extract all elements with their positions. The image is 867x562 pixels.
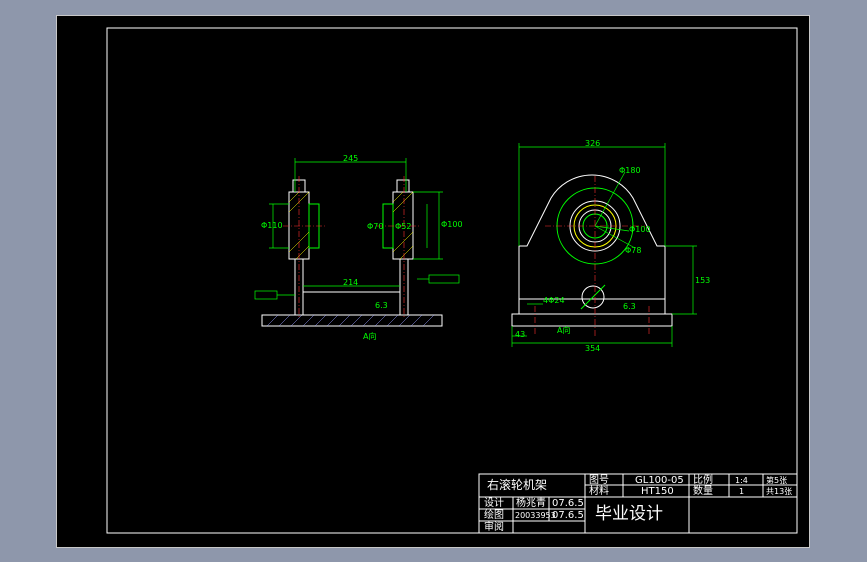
review-label: 审阅 bbox=[484, 522, 504, 533]
dim-right-dia-big: Φ180 bbox=[619, 166, 641, 175]
dim-right-dia-mid: Φ100 bbox=[629, 225, 651, 234]
design-label: 设计 bbox=[484, 498, 504, 509]
bracket-outline bbox=[518, 174, 666, 300]
base-hatch bbox=[266, 314, 435, 327]
drawing-no: GL100-05 bbox=[635, 475, 684, 486]
dim-right-offset: 43 bbox=[515, 330, 526, 339]
design-date: 07.6.5 bbox=[552, 498, 584, 509]
drawing-no-label: 图号 bbox=[589, 475, 609, 486]
dim-roughness-right: 6.3 bbox=[623, 302, 636, 311]
dim-right-height: 153 bbox=[695, 276, 711, 285]
dim-left-dia-a: Φ110 bbox=[261, 221, 283, 230]
part-name: 右滚轮机架 bbox=[487, 478, 548, 492]
designer: 杨兆青 bbox=[516, 498, 546, 509]
right-boss bbox=[396, 179, 410, 193]
right-front-view bbox=[511, 174, 673, 327]
drafting-label: 绘图 bbox=[484, 510, 504, 521]
scale-label: 比例 bbox=[693, 475, 713, 486]
dim-roughness-left: 6.3 bbox=[375, 301, 388, 310]
dim-right-top-width: 326 bbox=[585, 139, 601, 148]
dim-left-dia-b: Φ70 bbox=[367, 222, 384, 231]
view-label-right: A向 bbox=[557, 326, 571, 335]
scale: 1:4 bbox=[735, 476, 748, 485]
material-label: 材料 bbox=[589, 486, 609, 497]
dim-right-dia-small: Φ78 bbox=[625, 246, 642, 255]
view-label-left: A向 bbox=[363, 332, 377, 341]
sheet-total: 共13张 bbox=[766, 487, 793, 496]
drafting-date: 07.6.5 bbox=[552, 510, 584, 521]
dim-right-bottom-width: 354 bbox=[585, 344, 601, 353]
inner-frame bbox=[106, 27, 798, 534]
sheet-no: 第5张 bbox=[766, 476, 788, 485]
material: HT150 bbox=[641, 486, 674, 497]
right-center-lines bbox=[534, 176, 650, 336]
quantity: 1 bbox=[739, 487, 745, 496]
left-section-view bbox=[261, 179, 443, 327]
dim-left-top-width: 245 bbox=[343, 154, 359, 163]
dim-right-hole: 4Φ24 bbox=[543, 296, 565, 305]
quantity-label: 数量 bbox=[693, 486, 713, 497]
base-strip bbox=[511, 313, 673, 327]
dim-left-dia-d: Φ100 bbox=[441, 220, 463, 229]
student-id: 20033953 bbox=[515, 511, 556, 520]
dim-left-dia-c: Φ52 bbox=[395, 222, 412, 231]
project-title: 毕业设计 bbox=[595, 504, 663, 524]
drawing-sheet: 245 214 Φ110 Φ70 Φ52 Φ100 6.3 A向 326 354… bbox=[56, 15, 810, 548]
base-plate bbox=[261, 314, 443, 327]
dim-left-inner-width: 214 bbox=[343, 278, 359, 287]
